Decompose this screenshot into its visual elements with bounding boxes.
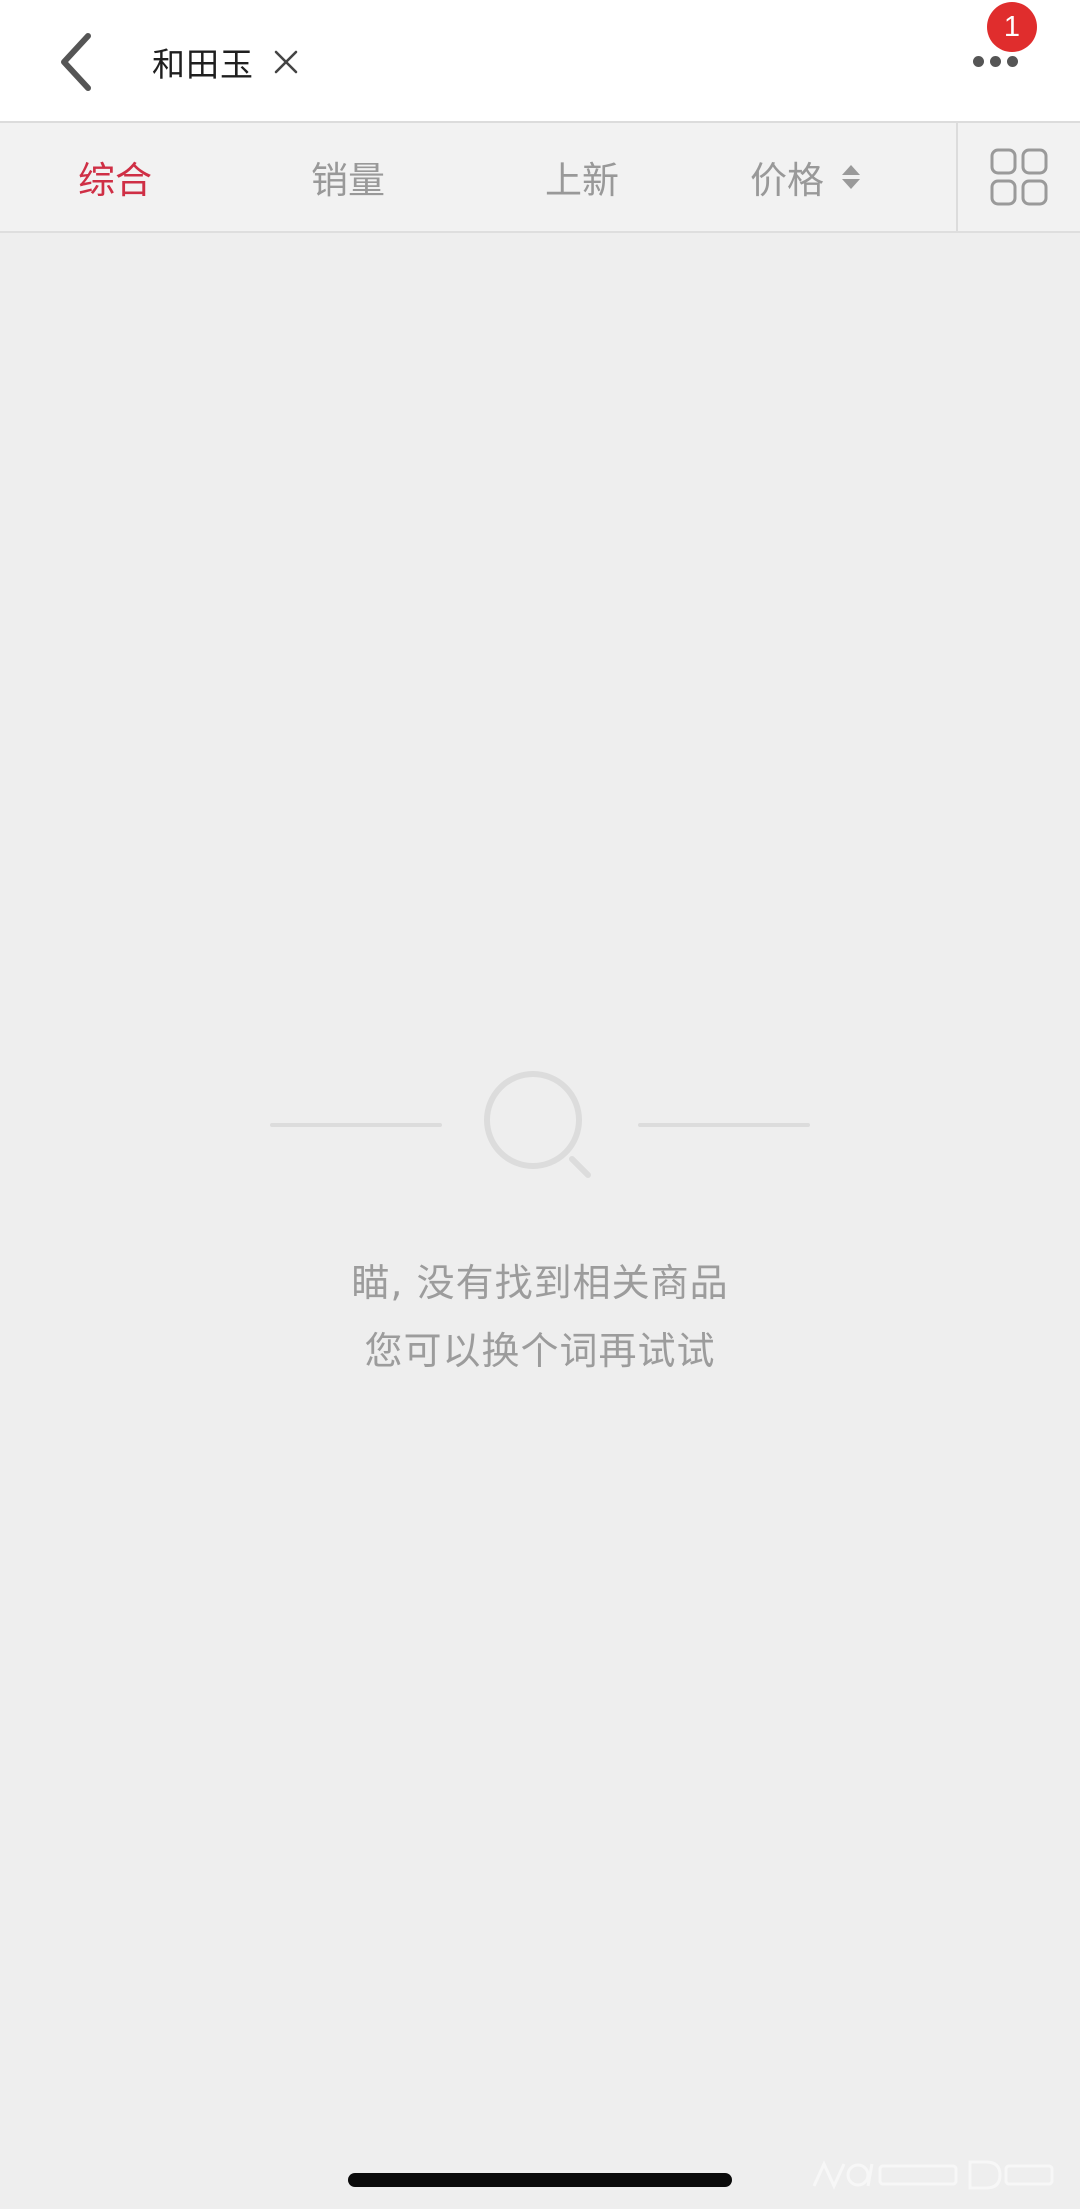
home-indicator[interactable] [348, 2173, 732, 2187]
sort-tab-comprehensive[interactable]: 综合 [40, 123, 190, 231]
sort-tab-sales[interactable]: 销量 [273, 123, 423, 231]
search-header: 和田玉 1 [0, 0, 1080, 123]
empty-state-message: 瞄, 没有找到相关商品 [351, 1261, 729, 1305]
search-results-screen: 和田玉 1 综合 销量 上新 价格 瞄, 没有找到相关商品 您可以换个词再试试 [0, 0, 1080, 2209]
sort-tab-label: 价格 [750, 159, 824, 202]
watermark-logo [812, 2160, 1054, 2190]
sort-tab-label: 上新 [545, 159, 619, 202]
search-icon [270, 1071, 810, 1178]
sort-tab-label: 销量 [311, 159, 385, 202]
sort-tab-label: 综合 [78, 159, 152, 202]
sort-bar: 综合 销量 上新 价格 [0, 123, 1080, 233]
back-button[interactable] [40, 22, 112, 102]
sort-arrows-icon [842, 165, 860, 189]
sort-tab-new[interactable]: 上新 [507, 123, 657, 231]
close-icon [274, 50, 298, 74]
chevron-left-icon [61, 33, 91, 91]
clear-query-button[interactable] [268, 44, 304, 80]
layout-toggle-button[interactable] [956, 123, 1080, 231]
notification-badge: 1 [987, 2, 1037, 52]
grid-view-icon [990, 148, 1048, 206]
more-dots-icon [972, 55, 1018, 67]
empty-state-hint: 您可以换个词再试试 [364, 1329, 716, 1373]
search-query-text: 和田玉 [152, 45, 254, 84]
sort-tab-price[interactable]: 价格 [730, 123, 880, 231]
search-query-chip[interactable]: 和田玉 [152, 30, 304, 94]
